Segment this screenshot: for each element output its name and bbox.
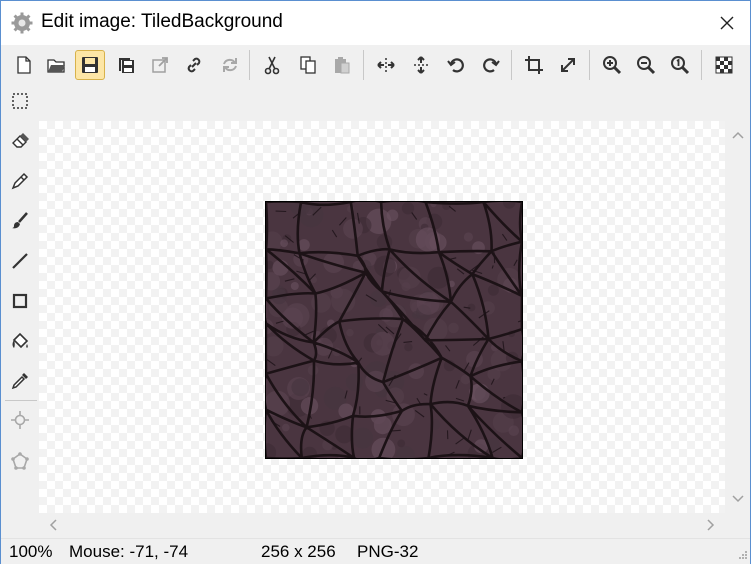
zoom-level: 100% [9, 542, 53, 561]
image-format: PNG-32 [357, 542, 419, 561]
brush-tool[interactable] [5, 206, 35, 236]
title-bar: Edit image: TiledBackground [1, 1, 750, 45]
transparency-grid-button[interactable] [709, 50, 739, 80]
pencil-tool[interactable] [5, 166, 35, 196]
cut-button[interactable] [257, 50, 287, 80]
refresh-icon [223, 58, 237, 72]
copy-icon [300, 56, 316, 74]
polygon-mask-tool[interactable] [5, 446, 35, 476]
fill-bucket-tool[interactable] [5, 326, 35, 356]
rotate-right-button[interactable] [476, 50, 506, 80]
eyedropper-tool[interactable] [5, 366, 35, 396]
vertical-scrollbar[interactable] [725, 121, 750, 513]
texture-image [265, 201, 523, 459]
paste-icon [335, 57, 350, 74]
export-button[interactable] [145, 50, 175, 80]
scroll-up-button[interactable] [725, 125, 750, 145]
eraser-tool[interactable] [5, 125, 35, 155]
open-folder-icon [47, 59, 65, 73]
zoom-in-button[interactable] [597, 50, 627, 80]
fill-bucket-icon [12, 332, 29, 349]
pencil-icon [11, 172, 29, 190]
toolbar-separator [511, 50, 512, 80]
save-icon [82, 57, 98, 73]
chevron-right-icon [707, 519, 715, 531]
zoom-actual-button[interactable] [665, 50, 695, 80]
scroll-right-button[interactable] [701, 513, 721, 537]
toolbar-separator [363, 50, 364, 80]
save-copy-button[interactable] [111, 50, 141, 80]
image-editor-window: Edit image: TiledBackground 100% Mouse: … [0, 0, 751, 564]
line-tool[interactable] [5, 246, 35, 276]
mouse-position: Mouse: -71, -74 [69, 542, 189, 561]
close-button[interactable] [704, 1, 750, 45]
toolbar [1, 45, 750, 85]
eraser-icon [12, 133, 29, 148]
flip-horizontal-icon [377, 58, 395, 72]
scroll-left-button[interactable] [43, 513, 63, 537]
zoom-actual-icon [671, 56, 690, 75]
toolbar-separator [589, 50, 590, 80]
resize-grip-icon[interactable] [736, 550, 748, 562]
eyedropper-icon [11, 373, 28, 390]
polygon-mask-icon [11, 452, 29, 470]
line-icon [12, 253, 28, 269]
toolbar-separator [249, 50, 250, 80]
gear-icon [11, 12, 33, 34]
brush-icon [12, 212, 28, 229]
close-icon [720, 16, 734, 30]
link-button[interactable] [179, 50, 209, 80]
chevron-down-icon [731, 495, 744, 503]
flip-horizontal-button[interactable] [371, 50, 401, 80]
scroll-corner [725, 513, 750, 537]
crop-button[interactable] [519, 50, 549, 80]
crop-icon [525, 56, 543, 74]
paste-button[interactable] [327, 50, 357, 80]
zoom-out-icon [637, 56, 656, 75]
refresh-button[interactable] [215, 50, 245, 80]
rectangle-tool[interactable] [5, 286, 35, 316]
origin-point-tool[interactable] [5, 405, 35, 435]
image-size: 256 x 256 [261, 542, 336, 561]
tool-separator [5, 400, 37, 401]
resize-button[interactable] [553, 50, 583, 80]
save-copy-icon [119, 58, 134, 73]
zoom-out-button[interactable] [631, 50, 661, 80]
flip-vertical-button[interactable] [406, 50, 436, 80]
status-bar: 100% Mouse: -71, -74 256 x 256 PNG-32 [1, 538, 750, 564]
toolbar-separator [701, 50, 702, 80]
cut-icon [264, 56, 280, 75]
open-folder-button[interactable] [41, 50, 71, 80]
flip-vertical-icon [414, 56, 428, 74]
new-file-button[interactable] [9, 50, 39, 80]
copy-button[interactable] [293, 50, 323, 80]
rectangle-icon [12, 293, 28, 309]
transparency-grid-icon [715, 56, 733, 74]
link-icon [187, 57, 201, 73]
marquee-select-icon [12, 93, 28, 109]
new-file-icon [17, 56, 31, 74]
chevron-left-icon [49, 519, 57, 531]
rotate-left-button[interactable] [441, 50, 471, 80]
window-title: Edit image: TiledBackground [41, 11, 283, 32]
save-button[interactable] [75, 50, 105, 80]
marquee-select-tool[interactable] [5, 86, 35, 116]
horizontal-scrollbar[interactable] [39, 513, 725, 537]
zoom-in-icon [603, 56, 622, 75]
export-icon [152, 57, 168, 73]
resize-icon [561, 58, 575, 72]
tool-palette [1, 85, 39, 535]
origin-point-icon [11, 411, 29, 429]
chevron-up-icon [731, 131, 744, 139]
rotate-right-icon [483, 58, 500, 73]
image-canvas[interactable] [39, 121, 725, 513]
rotate-left-icon [447, 58, 464, 73]
scroll-down-button[interactable] [725, 489, 750, 509]
